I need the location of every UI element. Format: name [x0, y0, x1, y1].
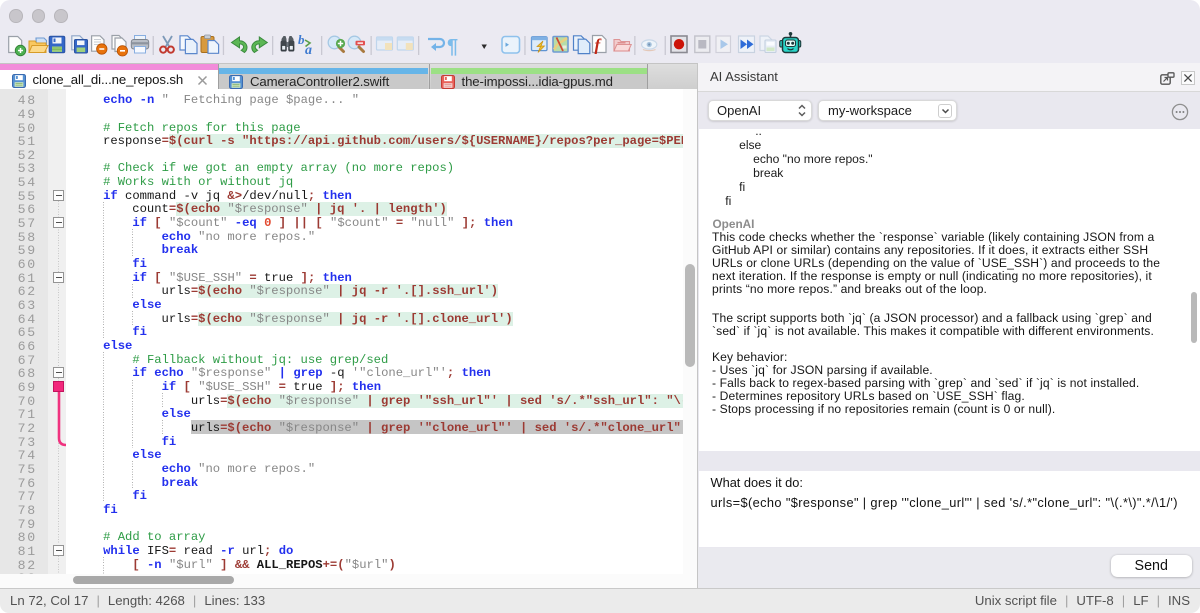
svg-text:b: b — [298, 32, 305, 47]
svg-text:¶: ¶ — [447, 36, 458, 58]
